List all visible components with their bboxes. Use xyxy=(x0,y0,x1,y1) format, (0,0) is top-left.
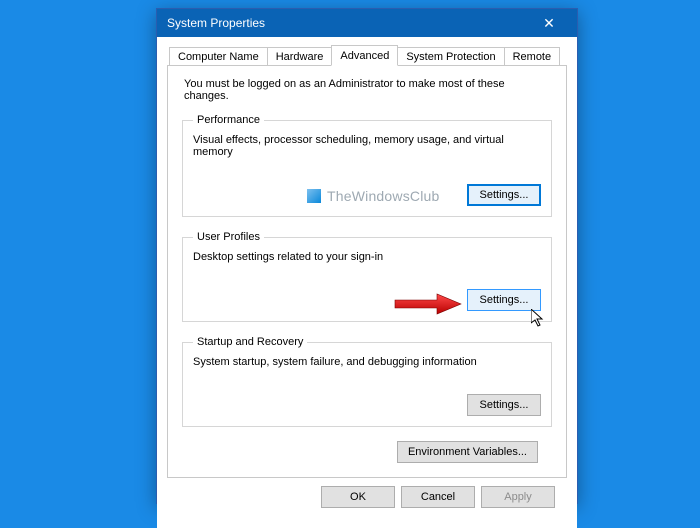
startup-recovery-group: Startup and Recovery System startup, sys… xyxy=(182,336,552,427)
tab-hardware[interactable]: Hardware xyxy=(267,47,333,66)
user-profiles-settings-button[interactable]: Settings... xyxy=(467,289,541,311)
tab-system-protection[interactable]: System Protection xyxy=(397,47,504,66)
admin-note: You must be logged on as an Administrato… xyxy=(184,78,552,102)
cancel-button[interactable]: Cancel xyxy=(401,486,475,508)
apply-button[interactable]: Apply xyxy=(481,486,555,508)
tab-computer-name[interactable]: Computer Name xyxy=(169,47,268,66)
startup-desc: System startup, system failure, and debu… xyxy=(193,356,541,368)
tab-strip: Computer Name Hardware Advanced System P… xyxy=(167,43,567,66)
startup-title: Startup and Recovery xyxy=(193,336,307,348)
client-area: Computer Name Hardware Advanced System P… xyxy=(157,37,577,528)
ok-button[interactable]: OK xyxy=(321,486,395,508)
tab-advanced[interactable]: Advanced xyxy=(331,45,398,66)
user-profiles-title: User Profiles xyxy=(193,231,264,243)
user-profiles-group: User Profiles Desktop settings related t… xyxy=(182,231,552,322)
advanced-tab-page: You must be logged on as an Administrato… xyxy=(167,66,567,478)
performance-title: Performance xyxy=(193,114,264,126)
titlebar[interactable]: System Properties ✕ xyxy=(157,9,577,37)
mouse-cursor-icon xyxy=(531,309,547,329)
environment-variables-button[interactable]: Environment Variables... xyxy=(397,441,538,463)
system-properties-dialog: System Properties ✕ Computer Name Hardwa… xyxy=(156,8,578,504)
startup-settings-button[interactable]: Settings... xyxy=(467,394,541,416)
performance-group: Performance Visual effects, processor sc… xyxy=(182,114,552,217)
user-profiles-desc: Desktop settings related to your sign-in xyxy=(193,251,541,263)
close-icon[interactable]: ✕ xyxy=(529,9,569,37)
dialog-buttons: OK Cancel Apply xyxy=(167,478,567,518)
performance-settings-button[interactable]: Settings... xyxy=(467,184,541,206)
tab-remote[interactable]: Remote xyxy=(504,47,561,66)
window-title: System Properties xyxy=(167,16,529,30)
performance-desc: Visual effects, processor scheduling, me… xyxy=(193,134,541,158)
